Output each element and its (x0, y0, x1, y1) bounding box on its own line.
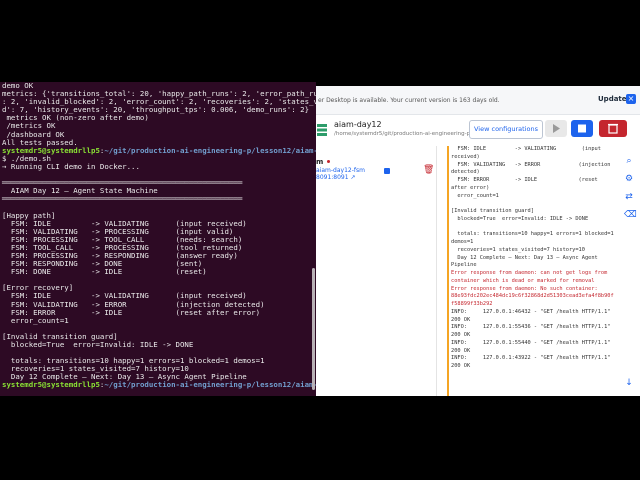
log-line: INFO: 127.0.0.1:43922 - "GET /health HTT… (451, 355, 611, 362)
project-path: /home/systemdr5/git/production-ai-engine… (334, 131, 488, 137)
log-line: detected) (451, 169, 480, 176)
log-line: FSM: VALIDATING -> ERROR (injection (451, 161, 611, 168)
view-configurations-button[interactable]: View configurations (469, 120, 543, 139)
stop-icon (578, 124, 586, 133)
scroll-down-icon[interactable]: ↓ (624, 378, 634, 388)
logs-panel[interactable]: FSM: IDLE -> VALIDATING (input received)… (447, 146, 615, 396)
play-icon (553, 124, 560, 133)
clear-icon[interactable]: ⌫ (624, 210, 637, 220)
terminal-text: ~/git/production-ai-engineering-p/lesson… (104, 145, 316, 155)
terminal-output: demo OK metrics: {'transitions_total': 2… (0, 82, 316, 390)
container-trash-icon[interactable]: 🗑 (423, 165, 434, 175)
log-gutter (447, 146, 449, 396)
container-name[interactable]: m (316, 158, 323, 166)
container-stop-icon[interactable] (384, 168, 390, 174)
log-line: 88e93fdc202ec484dc19c6f32868d2d51303cead… (451, 293, 614, 300)
trash-icon (608, 123, 618, 134)
log-line: error_count=1 (451, 192, 499, 199)
container-list: m aiam-day12-fsm 8091:8091 ↗ 🗑 (316, 146, 436, 396)
terminal-scrollbar[interactable] (312, 268, 315, 390)
log-line: FSM: IDLE -> VALIDATING (input (451, 146, 601, 152)
log-line: Pipeline (451, 262, 477, 269)
log-line: INFO: 127.0.0.1:55436 - "GET /health HTT… (451, 324, 611, 331)
terminal-window[interactable]: demo OK metrics: {'transitions_total': 2… (0, 82, 316, 396)
terminal-line: ════════════════════════════════════════… (2, 194, 242, 203)
terminal-text: ════════════════════════════════════════… (2, 194, 243, 204)
log-line: blocked=True error=Invalid: IDLE -> DONE (451, 215, 589, 222)
log-line: Error response from daemon: can not get … (451, 270, 608, 276)
log-line: recoveries=1 states_visited=7 history=10 (451, 246, 585, 253)
log-line: [Invalid transition guard] (451, 208, 534, 214)
search-icon[interactable]: ⌕ (624, 156, 634, 166)
terminal-text: systemdr5@systemdrllp5 (2, 380, 100, 390)
log-line: after error) (451, 184, 490, 191)
filter-icon[interactable]: ⚙ (624, 174, 634, 184)
log-line: FSM: ERROR -> IDLE (reset (451, 177, 598, 183)
log-line: INFO: 127.0.0.1:46432 - "GET /health HTT… (451, 308, 611, 315)
log-line: 200 OK (451, 316, 471, 323)
log-toolbar: ⌕ ⚙ ⇄ ⌫ ↓ (618, 146, 640, 396)
container-image: aiam-day12-fsm (316, 167, 365, 174)
close-banner-icon[interactable]: × (626, 94, 636, 104)
log-line: f58899f33b292 (451, 301, 493, 307)
terminal-line: error_count=1 (2, 316, 69, 325)
log-line: received) (451, 153, 480, 160)
port-link[interactable]: 8091:8091 ↗ (316, 174, 365, 181)
compose-header: aiam-day12 /home/systemdr5/git/productio… (316, 114, 640, 146)
wrap-icon[interactable]: ⇄ (624, 192, 634, 202)
status-dot (327, 160, 330, 163)
docker-desktop-window: er Desktop is available. Your current ve… (316, 86, 640, 396)
log-line: demos=1 (451, 239, 474, 245)
terminal-line: → Running CLI demo in Docker... (2, 162, 140, 171)
log-line: 200 OK (451, 347, 471, 354)
log-line: Error response from daemon: No such cont… (451, 285, 598, 292)
project-title: aiam-day12 (334, 120, 382, 129)
log-line: INFO: 127.0.0.1:55440 - "GET /health HTT… (451, 339, 611, 346)
stack-icon (317, 124, 327, 136)
container-details: aiam-day12-fsm 8091:8091 ↗ (316, 167, 365, 181)
terminal-text: error_count=1 (2, 315, 69, 325)
start-button[interactable] (545, 120, 567, 137)
panel-divider (436, 146, 437, 396)
log-line: container which is dead or marked for re… (451, 277, 595, 284)
log-line: totals: transitions=10 happy=1 errors=1 … (451, 231, 614, 238)
terminal-text: FSM: DONE -> IDLE (reset) (2, 267, 207, 277)
terminal-line: FSM: DONE -> IDLE (reset) (2, 267, 207, 276)
update-banner: er Desktop is available. Your current ve… (316, 86, 640, 115)
terminal-text: blocked=True error=Invalid: IDLE -> DONE (2, 340, 194, 349)
log-line: 200 OK (451, 363, 471, 369)
log-line: 200 OK (451, 332, 471, 338)
log-output: FSM: IDLE -> VALIDATING (input received)… (451, 146, 614, 371)
terminal-text: ~/git/production-ai-engineering-p/lesson… (104, 380, 316, 390)
terminal-line: blocked=True error=Invalid: IDLE -> DONE (2, 340, 193, 349)
terminal-line: systemdr5@systemdrllp5:~/git/production-… (2, 380, 316, 389)
update-message: er Desktop is available. Your current ve… (318, 97, 500, 104)
log-line: Day 12 Complete — Next: Day 13 — Async A… (451, 254, 598, 261)
update-link[interactable]: Update (598, 95, 627, 103)
stop-button[interactable] (571, 120, 593, 137)
delete-button[interactable] (599, 120, 627, 137)
terminal-text: → Running CLI demo in Docker... (2, 161, 140, 171)
